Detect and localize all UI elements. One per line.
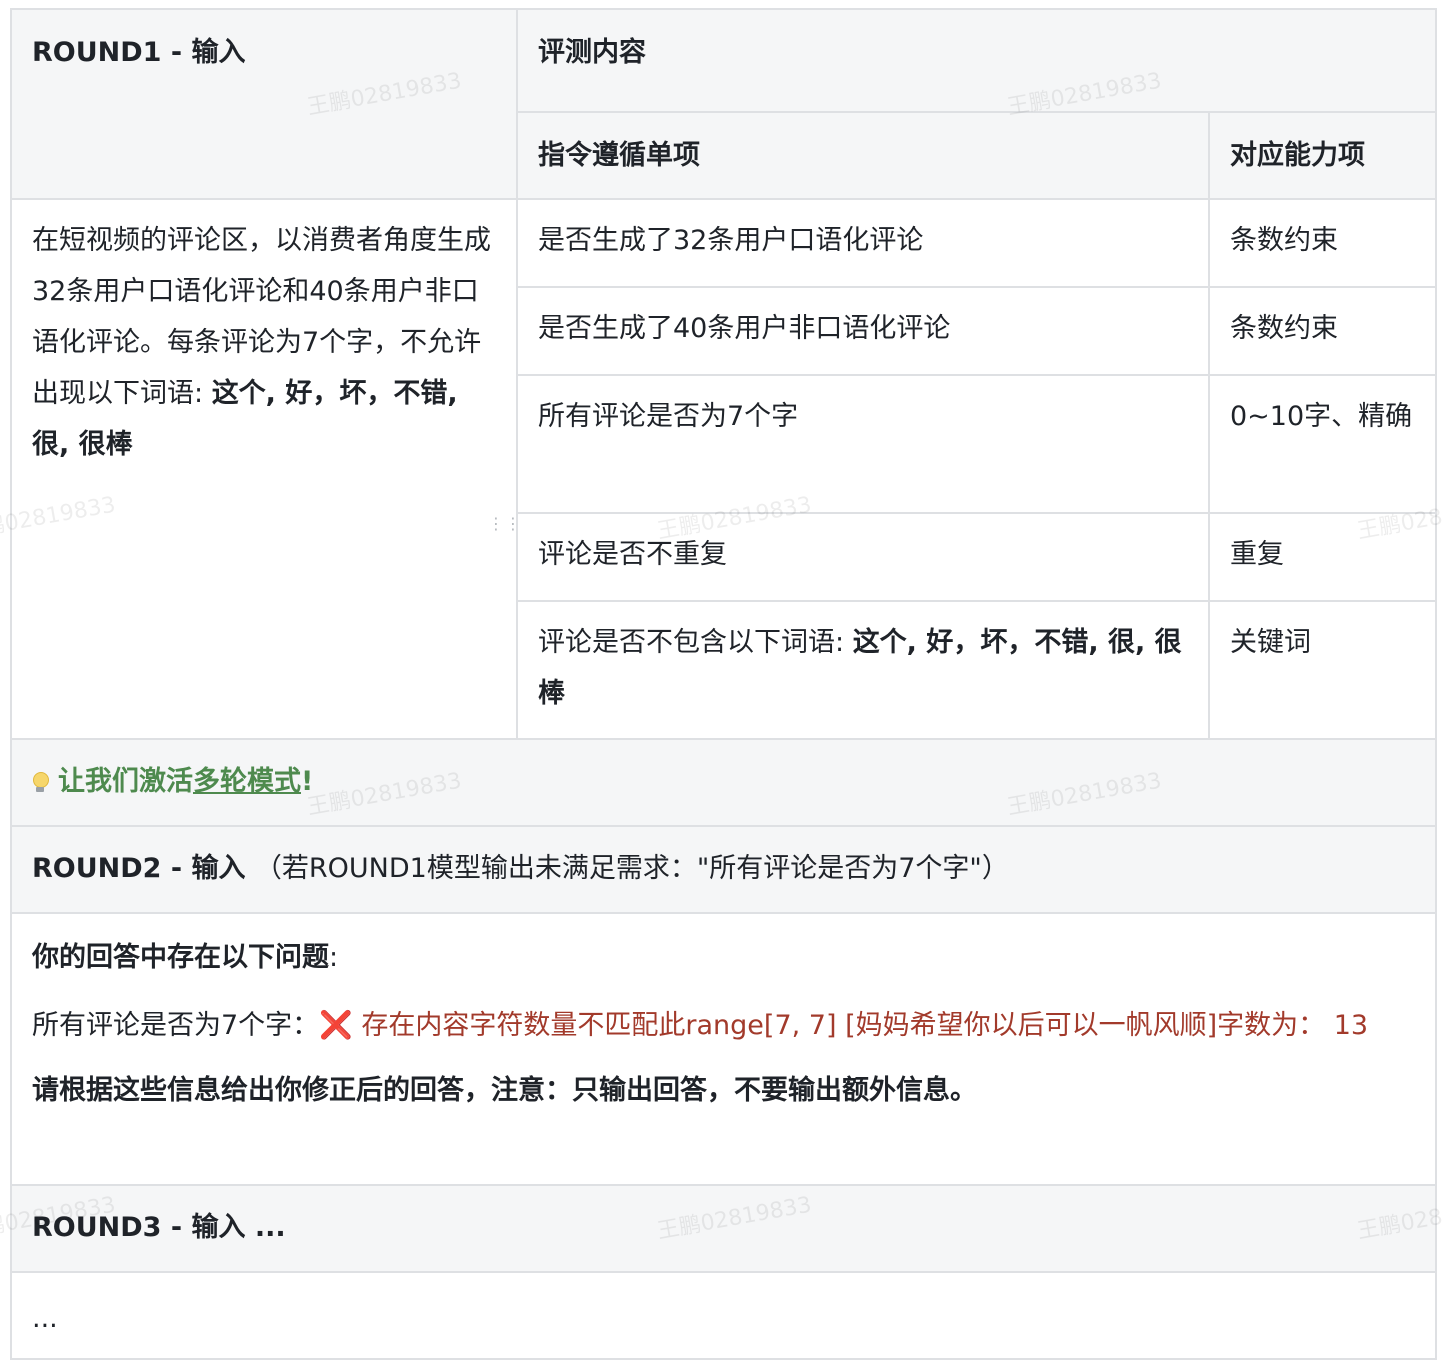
multiround-link[interactable]: 多轮模式 [193, 766, 301, 797]
ability-item: 0~10字、精确 [1209, 375, 1436, 513]
round2-body: 你的回答中存在以下问题: 所有评论是否为7个字：❌ 存在内容字符数量不匹配此ra… [11, 913, 1436, 1185]
check-item: 是否生成了32条用户口语化评论 [517, 199, 1209, 287]
lightbulb-icon [32, 772, 48, 792]
ability-item: 关键词 [1209, 601, 1436, 739]
round3-body: ... [11, 1272, 1436, 1359]
cross-mark-icon: ❌ [319, 1010, 353, 1041]
ability-item: 重复 [1209, 513, 1436, 601]
round1-prompt: 在短视频的评论区，以消费者角度生成32条用户口语化评论和40条用户非口语化评论。… [11, 199, 517, 739]
check-item: 所有评论是否为7个字 [517, 375, 1209, 513]
evaluation-table: ROUND1 - 输入 评测内容 指令遵循单项 对应能力项 在短视频的评论区，以… [10, 8, 1437, 1360]
problem-title: 你的回答中存在以下问题: [32, 932, 1415, 983]
drag-handle-icon[interactable]: ⋮⋮ [488, 520, 502, 544]
round3-input-header: ROUND3 - 输入 ... [11, 1185, 1436, 1272]
round2-input-header: ROUND2 - 输入 （若ROUND1模型输出未满足需求："所有评论是否为7个… [11, 826, 1436, 913]
check-item: 评论是否不重复 [517, 513, 1209, 601]
multiround-banner: 让我们激活多轮模式! [11, 739, 1436, 826]
round2-header-note: （若ROUND1模型输出未满足需求："所有评论是否为7个字"） [255, 853, 1009, 884]
revision-instruction: 请根据这些信息给出你修正后的回答，注意：只输出回答，不要输出额外信息。 [32, 1065, 1415, 1116]
ability-column-header: 对应能力项 [1209, 112, 1436, 199]
round1-input-header: ROUND1 - 输入 [11, 9, 517, 199]
check-item: 是否生成了40条用户非口语化评论 [517, 287, 1209, 375]
eval-content-header: 评测内容 [517, 9, 1436, 112]
instruction-column-header: 指令遵循单项 [517, 112, 1209, 199]
ability-item: 条数约束 [1209, 199, 1436, 287]
check-item: 评论是否不包含以下词语: 这个, 好，坏，不错, 很, 很棒 [517, 601, 1209, 739]
ability-item: 条数约束 [1209, 287, 1436, 375]
issue-line: 所有评论是否为7个字：❌ 存在内容字符数量不匹配此range[7, 7] [妈妈… [32, 1000, 1415, 1051]
